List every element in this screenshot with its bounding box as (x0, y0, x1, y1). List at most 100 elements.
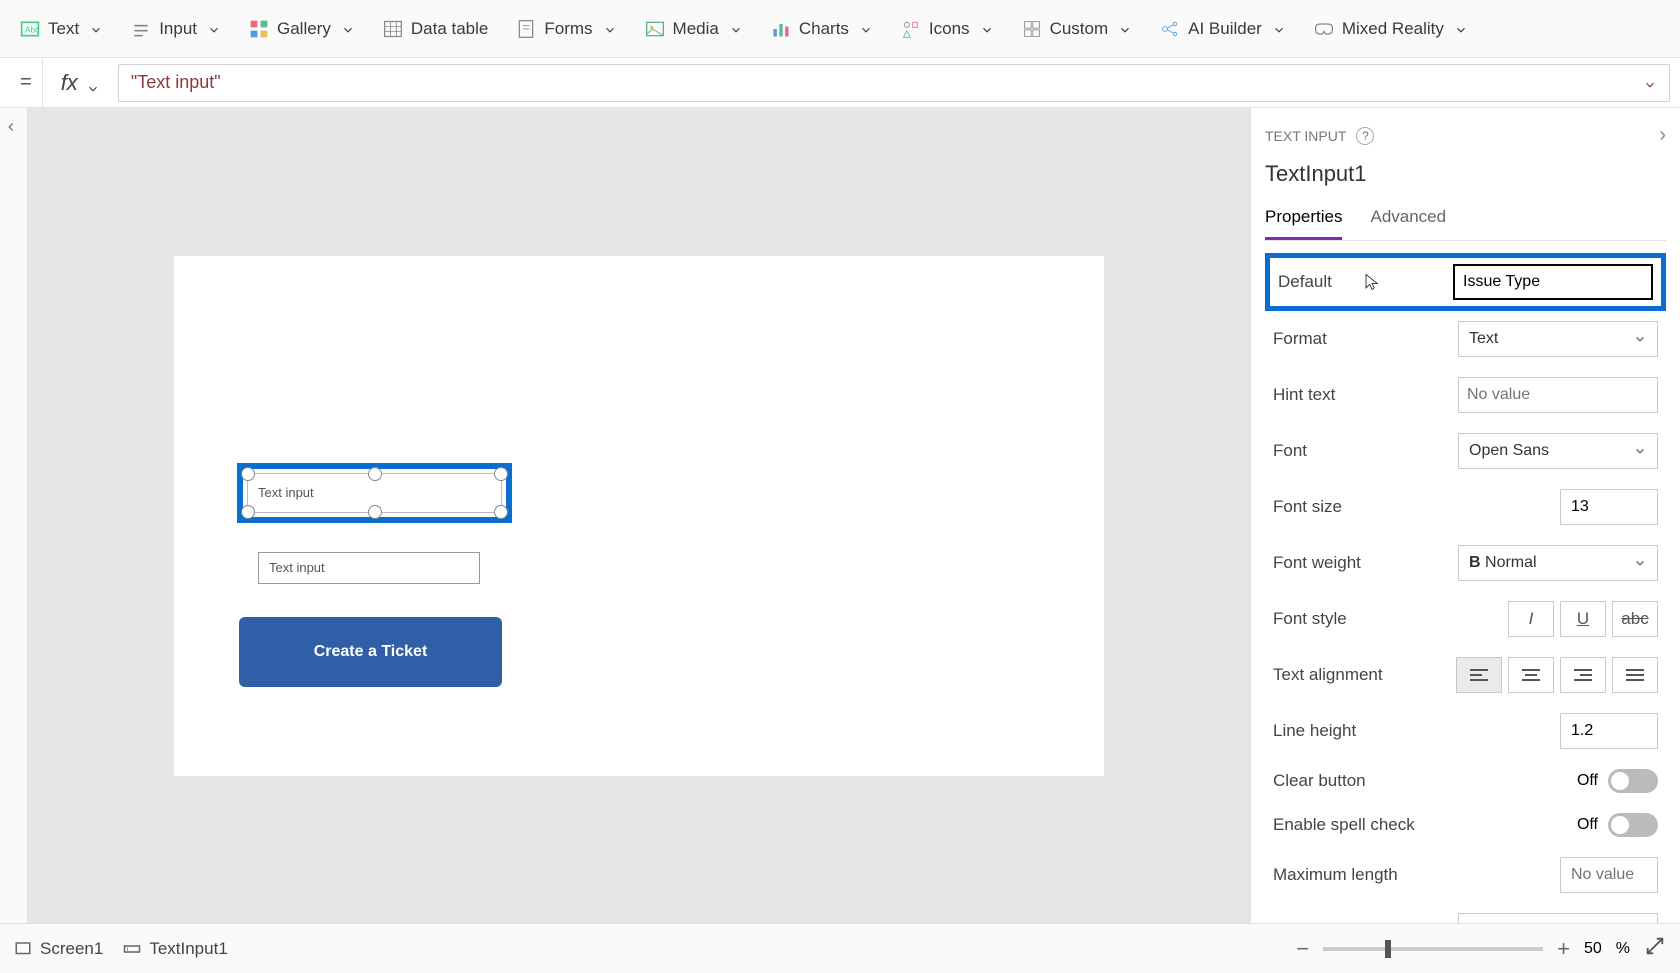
prop-fontweight-select[interactable]: B Normal (1458, 545, 1658, 581)
toolbar-aibuilder[interactable]: AI Builder (1150, 13, 1296, 45)
left-panel-collapsed[interactable] (0, 108, 28, 923)
spellcheck-toggle[interactable] (1608, 813, 1658, 837)
toolbar-charts[interactable]: Charts (761, 13, 883, 45)
textalign-group (1456, 657, 1658, 693)
fontstyle-group: I U abc (1508, 601, 1658, 637)
help-icon[interactable]: ? (1356, 127, 1374, 145)
prop-fontsize-label: Font size (1273, 497, 1342, 517)
toolbar-media-label: Media (673, 19, 719, 39)
prop-font-select[interactable]: Open Sans (1458, 433, 1658, 469)
toolbar-mixedreality[interactable]: Mixed Reality (1304, 13, 1478, 45)
canvas-area[interactable]: Text input Text input Create a Ticket (28, 108, 1250, 923)
zoom-in-button[interactable]: + (1557, 936, 1570, 962)
collapse-panel-icon[interactable]: › (1659, 124, 1666, 147)
resize-handle[interactable] (494, 467, 508, 481)
toolbar-forms[interactable]: Forms (506, 13, 626, 45)
strike-button[interactable]: abc (1612, 601, 1658, 637)
toolbar-media[interactable]: Media (635, 13, 753, 45)
align-left-button[interactable] (1456, 657, 1502, 693)
resize-handle[interactable] (494, 505, 508, 519)
chevron-down-icon (1118, 22, 1132, 36)
prop-fontweight: Font weight B Normal (1265, 535, 1666, 591)
create-ticket-button[interactable]: Create a Ticket (239, 617, 502, 687)
prop-lineheight-label: Line height (1273, 721, 1356, 741)
chevron-down-icon (1272, 22, 1286, 36)
formula-bar: = fx "Text input" (0, 58, 1680, 108)
chevron-down-icon (1633, 444, 1647, 458)
fx-label[interactable]: fx (53, 70, 108, 96)
gallery-icon (249, 19, 269, 39)
fx-text: fx (61, 70, 78, 96)
prop-format-value: Text (1469, 330, 1498, 348)
formula-value: "Text input" (131, 72, 221, 93)
toolbar-text-label: Text (48, 19, 79, 39)
textinput1-inner[interactable]: Text input (247, 473, 502, 513)
toolbar-input[interactable]: Input (121, 13, 231, 45)
prop-default-input[interactable] (1453, 264, 1653, 300)
chevron-down-icon (859, 22, 873, 36)
underline-button[interactable]: U (1560, 601, 1606, 637)
resize-handle[interactable] (241, 467, 255, 481)
prop-format: Format Text (1265, 311, 1666, 367)
textinput2[interactable]: Text input (258, 552, 480, 584)
selected-textinput1[interactable]: Text input (237, 463, 512, 523)
formula-input[interactable]: "Text input" (118, 64, 1670, 102)
prop-fontsize-input[interactable] (1560, 489, 1658, 525)
prop-hint-label: Hint text (1273, 385, 1335, 405)
chevron-down-icon (1454, 22, 1468, 36)
italic-button[interactable]: I (1508, 601, 1554, 637)
tab-properties[interactable]: Properties (1265, 207, 1342, 240)
chevron-down-icon (89, 22, 103, 36)
toolbar-icons-label: Icons (929, 19, 970, 39)
breadcrumb-screen[interactable]: Screen1 (14, 939, 103, 959)
prop-textalign-label: Text alignment (1273, 665, 1383, 685)
properties-panel: TEXT INPUT ? › TextInput1 Properties Adv… (1250, 108, 1680, 923)
fullscreen-icon[interactable] (1644, 935, 1666, 962)
align-right-button[interactable] (1560, 657, 1606, 693)
prop-mode-label: Mode (1273, 921, 1316, 923)
create-ticket-label: Create a Ticket (314, 643, 428, 661)
prop-maxlen-input[interactable] (1560, 857, 1658, 893)
toolbar-text[interactable]: Abc Text (10, 13, 113, 45)
prop-mode: Mode Single line (1265, 903, 1666, 923)
clearbutton-toggle[interactable] (1608, 769, 1658, 793)
zoom-slider[interactable] (1323, 947, 1543, 951)
tab-advanced[interactable]: Advanced (1370, 207, 1446, 240)
prop-clearbutton-label: Clear button (1273, 771, 1366, 791)
aibuilder-icon (1160, 19, 1180, 39)
align-justify-button[interactable] (1612, 657, 1658, 693)
toolbar-aibuilder-label: AI Builder (1188, 19, 1262, 39)
zoom-thumb[interactable] (1385, 940, 1391, 958)
prop-maxlen: Maximum length (1265, 847, 1666, 903)
resize-handle[interactable] (368, 467, 382, 481)
toolbar-datatable[interactable]: Data table (373, 13, 499, 45)
forms-icon (516, 19, 536, 39)
prop-hint-input[interactable] (1458, 377, 1658, 413)
resize-handle[interactable] (241, 505, 255, 519)
datatable-icon (383, 19, 403, 39)
control-type-label: TEXT INPUT (1265, 128, 1346, 144)
prop-clearbutton: Clear button Off (1265, 759, 1666, 803)
prop-mode-select[interactable]: Single line (1458, 913, 1658, 923)
app-canvas[interactable]: Text input Text input Create a Ticket (174, 256, 1104, 776)
prop-default-label: Default (1278, 272, 1332, 292)
chevron-down-icon (603, 22, 617, 36)
textinput1-text: Text input (258, 485, 314, 500)
resize-handle[interactable] (368, 505, 382, 519)
breadcrumb-control[interactable]: TextInput1 (123, 939, 227, 959)
zoom-out-button[interactable]: − (1296, 936, 1309, 962)
prop-lineheight-input[interactable] (1560, 713, 1658, 749)
chevron-down-icon (1643, 76, 1657, 90)
zoom-pct: % (1616, 940, 1630, 958)
zoom-value: 50 (1584, 940, 1602, 958)
prop-format-select[interactable]: Text (1458, 321, 1658, 357)
insert-toolbar: Abc Text Input Gallery Data table Forms … (0, 0, 1680, 58)
prop-spellcheck: Enable spell check Off (1265, 803, 1666, 847)
align-center-button[interactable] (1508, 657, 1554, 693)
chevron-down-icon (729, 22, 743, 36)
toolbar-custom[interactable]: Custom (1012, 13, 1143, 45)
prop-maxlen-label: Maximum length (1273, 865, 1398, 885)
toolbar-gallery[interactable]: Gallery (239, 13, 365, 45)
prop-font-value: Open Sans (1469, 442, 1549, 460)
toolbar-icons[interactable]: Icons (891, 13, 1004, 45)
